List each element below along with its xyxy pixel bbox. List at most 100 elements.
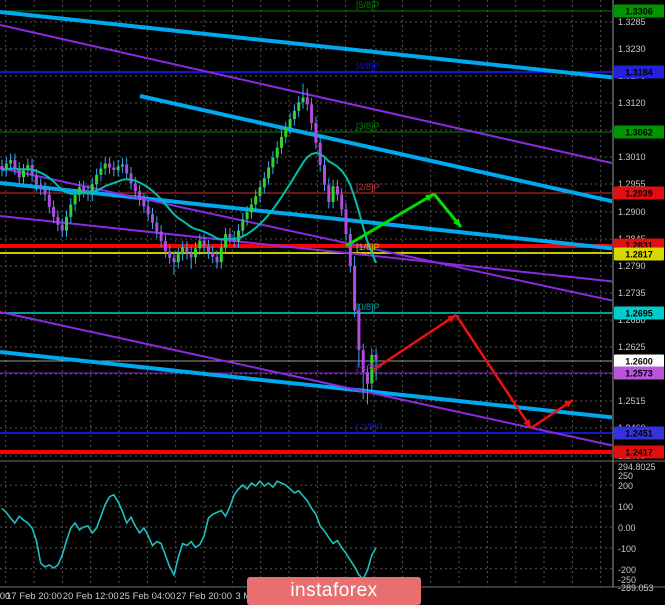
oscillator-tick-label: 0.00 [618, 523, 636, 533]
candle-body [125, 164, 129, 174]
candle-body [211, 252, 215, 257]
price-badge-label: 1.2451 [625, 429, 653, 439]
oscillator-tick-label: 100 [618, 502, 633, 512]
candle-body [219, 247, 223, 263]
price-badge-label: 1.2573 [625, 369, 653, 379]
candle-body [202, 240, 206, 247]
candle-body [120, 164, 124, 167]
candle-body [288, 119, 292, 129]
price-tick-label: 1.2790 [618, 261, 646, 271]
candle-body [52, 206, 56, 217]
candle-body [254, 196, 258, 205]
murray-level-label: [-1/8]P [356, 362, 383, 372]
candle-body [159, 231, 163, 241]
candle-body [292, 110, 296, 120]
candle-body [198, 240, 202, 249]
candle-body [39, 184, 43, 189]
murray-level-label: [1/8]P [356, 242, 380, 252]
price-tick-label: 1.3010 [618, 152, 646, 162]
candle-body [348, 234, 352, 267]
candle-body [241, 219, 245, 231]
murray-level-label: [-2/8]P [356, 422, 383, 432]
murray-level-label: [3/8]P [356, 121, 380, 131]
price-badge-label: 1.2417 [625, 448, 653, 458]
candle-body [340, 194, 344, 210]
candle-body [95, 174, 99, 185]
candle-body [297, 102, 301, 111]
candle-body [335, 186, 339, 195]
time-axis-label: 25 Feb 04:00 [119, 591, 175, 602]
candle-body [249, 204, 253, 213]
candle-body [267, 167, 271, 179]
price-badge-label: 1.3184 [625, 68, 653, 78]
price-tick-label: 1.2625 [618, 342, 646, 352]
watermark-label: instaforex [290, 580, 378, 601]
candle-body [168, 251, 172, 258]
candle-body [146, 206, 150, 215]
candle-body [258, 187, 262, 197]
candle-body [331, 186, 335, 203]
candle-body [181, 247, 185, 255]
oscillator-tick-label: -200 [618, 565, 636, 575]
candle-body [176, 254, 180, 263]
price-tick-label: 1.3285 [618, 17, 646, 27]
candle-body [43, 188, 47, 195]
price-badge-label: 1.2600 [625, 357, 653, 367]
candle-body [194, 248, 197, 258]
candle-body [73, 195, 77, 205]
candle-body [13, 160, 17, 169]
price-badge-label: 1.2939 [625, 189, 653, 199]
candle-body [305, 97, 309, 105]
candle-body [155, 222, 159, 232]
candle-body [314, 123, 318, 143]
candle-body [323, 165, 326, 185]
candle-body [284, 128, 288, 137]
candle-body [245, 212, 249, 220]
candle-body [172, 257, 176, 263]
time-axis-label: 27 Feb 20:00 [176, 591, 232, 602]
candle-body [228, 234, 232, 238]
candle-body [275, 147, 279, 158]
candle-body [112, 167, 116, 170]
chart-canvas: [5/8]P [4/8]P [3/8]P [2/8]P [1/8]P [0/8]P [-1/… [0, 0, 665, 605]
candle-body [103, 163, 107, 169]
candle-body [65, 216, 68, 231]
candle-body [69, 204, 73, 217]
time-axis-label: 17 Feb 20:00 [6, 591, 62, 602]
price-badge-label: 1.2695 [625, 309, 653, 319]
oscillator-tick-label: -289.053 [618, 583, 654, 593]
candle-body [280, 136, 283, 148]
candle-body [366, 372, 369, 384]
candle-body [327, 184, 331, 203]
instaforex-watermark: instaforex [247, 577, 421, 605]
candle-body [301, 97, 305, 103]
candle-body [189, 252, 193, 258]
candle-body [215, 256, 219, 263]
murray-level-label: [4/8]P [356, 61, 380, 71]
candle-body [34, 175, 38, 185]
candle-body [151, 214, 154, 223]
time-axis-label: 20 Feb 12:00 [63, 591, 119, 602]
candle-body [60, 224, 64, 231]
price-tick-label: 1.2515 [618, 396, 646, 406]
candle-body [22, 170, 25, 178]
candle-body [116, 166, 120, 170]
candle-body [224, 234, 228, 248]
candle-body [99, 168, 103, 175]
price-badge-label: 1.2817 [625, 250, 653, 260]
candle-body [138, 191, 142, 200]
candle-body [374, 354, 378, 360]
candle-body [133, 183, 137, 192]
price-tick-label: 1.2735 [618, 288, 646, 298]
candle-body [108, 163, 111, 168]
candle-body [262, 178, 266, 188]
candle-body [82, 187, 86, 192]
candle-body [129, 173, 133, 184]
price-tick-label: 1.3230 [618, 44, 646, 54]
candle-body [271, 157, 275, 168]
price-badge-label: 1.3306 [625, 7, 653, 17]
candle-body [163, 240, 167, 252]
murray-level-label: [0/8]P [356, 302, 380, 312]
chart-background [0, 0, 665, 605]
candle-body [344, 209, 348, 235]
